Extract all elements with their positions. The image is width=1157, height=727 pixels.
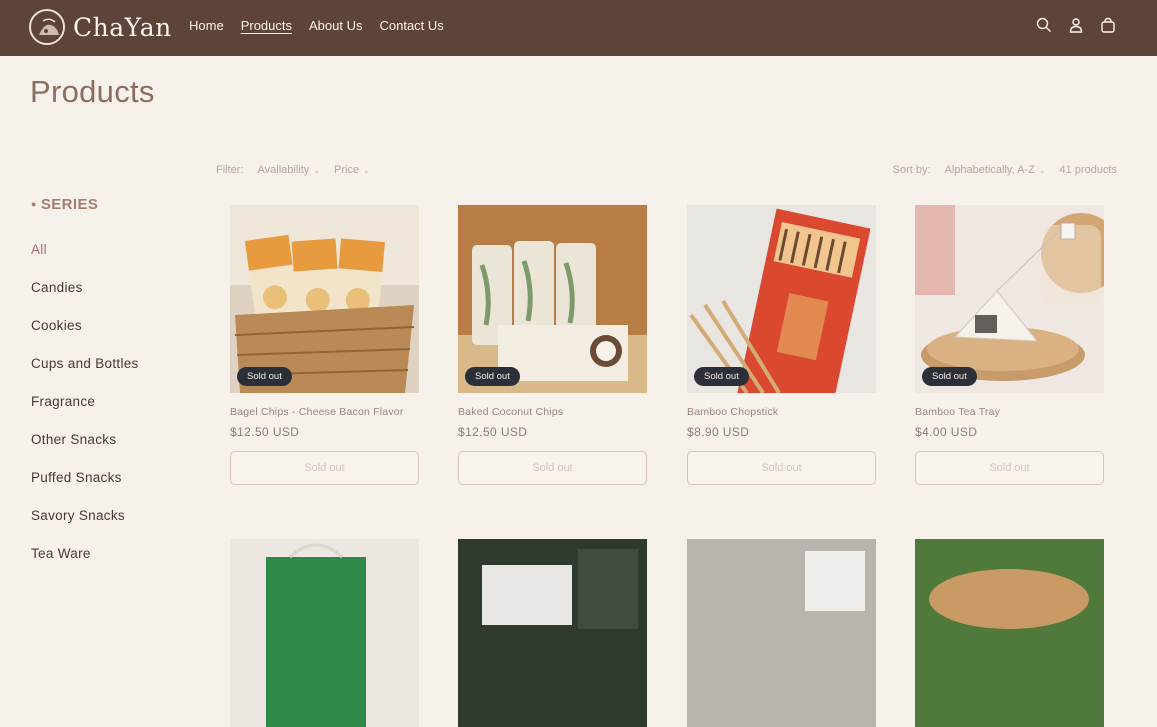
sidebar-item-puffed-snacks[interactable]: Puffed Snacks: [31, 470, 139, 508]
nav-products[interactable]: Products: [241, 18, 292, 33]
product-image[interactable]: Sold out: [915, 205, 1104, 393]
site-header: ChaYan Home Products About Us Contact Us: [0, 0, 1157, 56]
product-card[interactable]: Sold out Bagel Chips - Cheese Bacon Flav…: [230, 205, 419, 485]
nav-home[interactable]: Home: [189, 18, 224, 33]
product-card[interactable]: [687, 539, 876, 727]
price-filter[interactable]: Price ⌄: [334, 164, 370, 176]
product-card[interactable]: Sold out Bamboo Tea Tray $4.00 USD Sold …: [915, 205, 1104, 485]
sold-out-button[interactable]: Sold out: [915, 451, 1104, 485]
sold-out-badge: Sold out: [237, 367, 292, 386]
filter-bar: Filter: Availability ⌄ Price ⌄ Sort by: Al…: [216, 164, 1117, 180]
sidebar-item-candies[interactable]: Candies: [31, 280, 139, 318]
sidebar-item-cookies[interactable]: Cookies: [31, 318, 139, 356]
product-name[interactable]: Bagel Chips - Cheese Bacon Flavor: [230, 406, 419, 418]
logo-emblem-icon: [29, 9, 65, 45]
sidebar-item-other-snacks[interactable]: Other Snacks: [31, 432, 139, 470]
sidebar-item-all[interactable]: All: [31, 242, 139, 280]
cart-icon[interactable]: [1099, 16, 1117, 34]
product-image[interactable]: [458, 539, 647, 727]
nav-about-us[interactable]: About Us: [309, 18, 362, 33]
sidebar-item-fragrance[interactable]: Fragrance: [31, 394, 139, 432]
product-card[interactable]: Sold out Bamboo Chopstick $8.90 USD Sold…: [687, 205, 876, 485]
product-name[interactable]: Bamboo Tea Tray: [915, 406, 1104, 418]
product-card[interactable]: [458, 539, 647, 727]
price-filter-label: Price: [333, 164, 360, 176]
sold-out-badge: Sold out: [922, 367, 977, 386]
product-image[interactable]: Sold out: [230, 205, 419, 393]
sold-out-badge: Sold out: [694, 367, 749, 386]
brand-name: ChaYan: [73, 12, 172, 42]
sort-value: Alphabetically, A-Z: [944, 164, 1035, 176]
sidebar-item-tea-ware[interactable]: Tea Ware: [31, 546, 139, 584]
sort-select[interactable]: Alphabetically, A-Z ⌄: [945, 164, 1046, 176]
product-price: $8.90 USD: [687, 425, 750, 439]
search-icon[interactable]: [1035, 16, 1053, 34]
bullet-icon: ●: [31, 199, 37, 209]
sidebar-item-savory-snacks[interactable]: Savory Snacks: [31, 508, 139, 546]
product-image[interactable]: [687, 539, 876, 727]
product-name[interactable]: Bamboo Chopstick: [687, 406, 876, 418]
product-card[interactable]: Sold out Baked Coconut Chips $12.50 USD …: [458, 205, 647, 485]
product-card[interactable]: [230, 539, 419, 727]
series-list: All Candies Cookies Cups and Bottles Fra…: [31, 242, 139, 584]
sold-out-button[interactable]: Sold out: [687, 451, 876, 485]
nav-contact-us[interactable]: Contact Us: [379, 18, 443, 33]
product-count: 41 products: [1059, 164, 1117, 176]
availability-filter[interactable]: Availability ⌄: [258, 164, 320, 176]
product-image[interactable]: Sold out: [687, 205, 876, 393]
series-heading: ● SERIES: [31, 196, 98, 213]
sold-out-button[interactable]: Sold out: [458, 451, 647, 485]
sort-label: Sort by:: [892, 164, 931, 176]
page-title: Products: [30, 74, 155, 109]
sold-out-badge: Sold out: [465, 367, 520, 386]
product-price: $12.50 USD: [230, 425, 300, 439]
series-sidebar: ● SERIES All Candies Cookies Cups and Bot…: [31, 196, 138, 561]
product-name[interactable]: Baked Coconut Chips: [458, 406, 647, 418]
main-nav: Home Products About Us Contact Us: [189, 18, 444, 33]
chevron-down-icon: ⌄: [313, 166, 320, 175]
product-image[interactable]: [230, 539, 419, 727]
product-price: $4.00 USD: [915, 425, 978, 439]
sidebar-item-cups-and-bottles[interactable]: Cups and Bottles: [31, 356, 139, 394]
product-card[interactable]: [915, 539, 1104, 727]
account-icon[interactable]: [1067, 16, 1085, 34]
brand-logo[interactable]: ChaYan: [29, 9, 172, 45]
product-image[interactable]: [915, 539, 1104, 727]
filter-label: Filter:: [216, 164, 244, 176]
availability-filter-label: Availability: [257, 164, 310, 176]
sold-out-button[interactable]: Sold out: [230, 451, 419, 485]
chevron-down-icon: ⌄: [363, 166, 370, 175]
chevron-down-icon: ⌄: [1038, 166, 1046, 175]
series-title-text: SERIES: [40, 196, 99, 213]
product-image[interactable]: Sold out: [458, 205, 647, 393]
header-actions: [1035, 16, 1117, 34]
product-price: $12.50 USD: [458, 425, 528, 439]
